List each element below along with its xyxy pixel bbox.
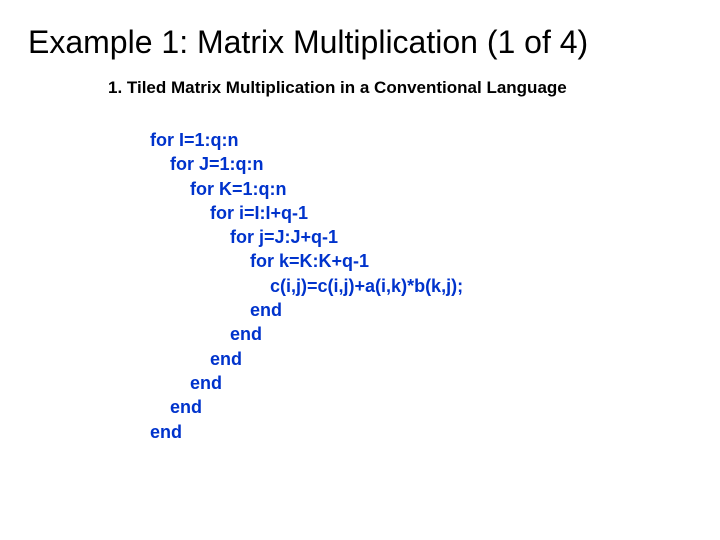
code-line: for j=J:J+q-1	[150, 227, 338, 247]
code-line: for I=1:q:n	[150, 130, 239, 150]
code-line: end	[150, 300, 282, 320]
code-line: end	[150, 373, 222, 393]
code-line: for K=1:q:n	[150, 179, 287, 199]
code-line: for i=I:I+q-1	[150, 203, 308, 223]
slide-title: Example 1: Matrix Multiplication (1 of 4…	[28, 24, 700, 61]
code-block: for I=1:q:n for J=1:q:n for K=1:q:n for …	[150, 128, 463, 444]
code-line: end	[150, 349, 242, 369]
slide: Example 1: Matrix Multiplication (1 of 4…	[0, 0, 720, 540]
code-line: c(i,j)=c(i,j)+a(i,k)*b(k,j);	[150, 276, 463, 296]
code-line: end	[150, 422, 182, 442]
code-line: end	[150, 324, 262, 344]
code-line: for J=1:q:n	[150, 154, 264, 174]
code-line: for k=K:K+q-1	[150, 251, 369, 271]
code-line: end	[150, 397, 202, 417]
slide-subtitle: 1. Tiled Matrix Multiplication in a Conv…	[108, 78, 567, 98]
